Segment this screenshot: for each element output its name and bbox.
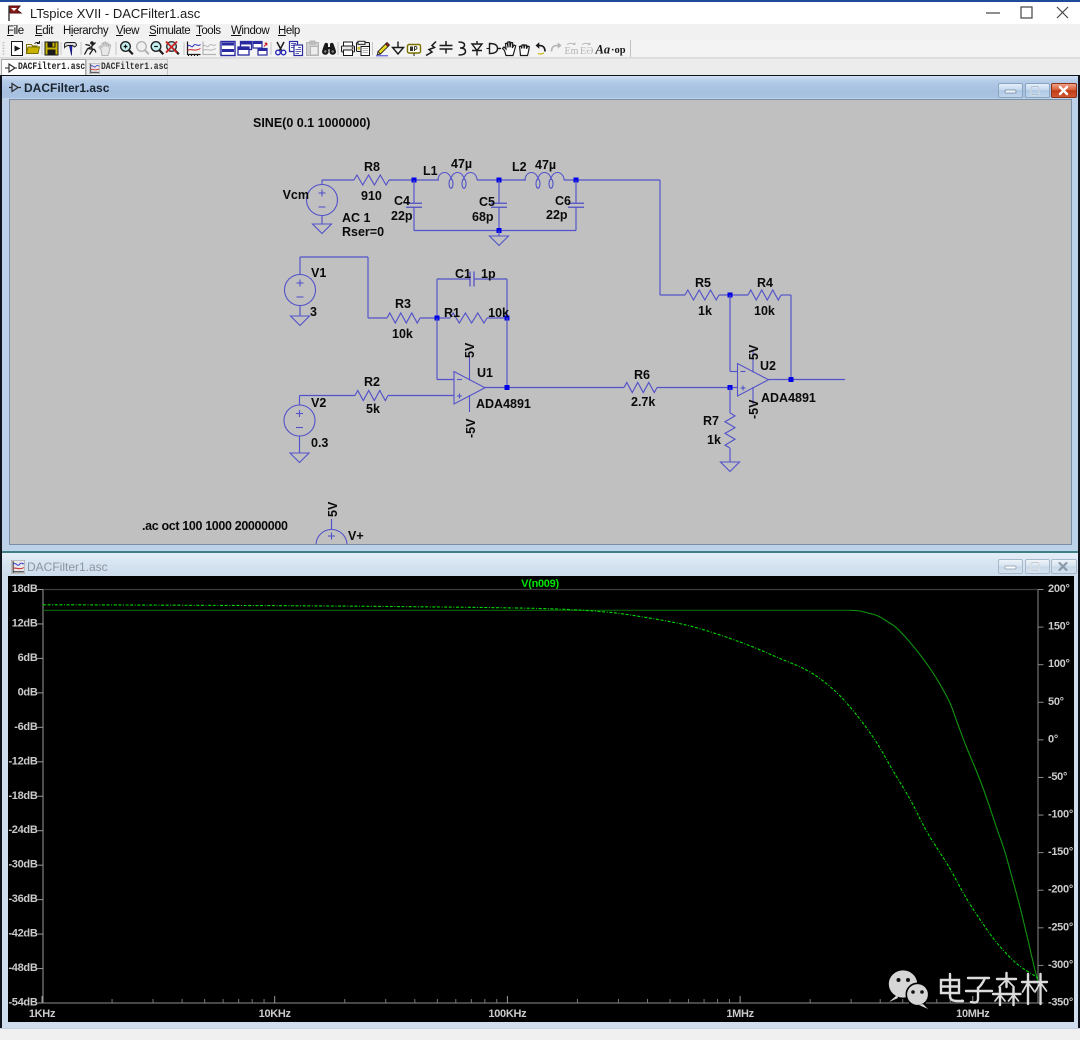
svg-text:0dB: 0dB [18,686,38,698]
svg-text:Vcm: Vcm [283,188,309,202]
svg-text:-100°: -100° [1048,809,1073,821]
svg-text:Rser=0: Rser=0 [342,225,384,239]
svg-text:18dB: 18dB [12,583,38,595]
svg-text:0°: 0° [1048,733,1058,745]
svg-text:SINE(0 0.1 1000000): SINE(0 0.1 1000000) [253,116,370,130]
svg-text:C4: C4 [394,194,410,208]
svg-text:100°: 100° [1048,658,1070,670]
svg-text:-250°: -250° [1048,921,1073,933]
svg-text:2.7k: 2.7k [631,395,655,409]
svg-text:-5V: -5V [747,399,761,419]
svg-text:R1: R1 [444,306,460,320]
svg-text:47µ: 47µ [535,158,556,172]
svg-text:V1: V1 [311,266,326,280]
svg-text:-350°: -350° [1048,997,1073,1009]
svg-text:-18dB: -18dB [8,790,37,802]
svg-text:-5V: -5V [464,418,478,438]
svg-text:47µ: 47µ [451,157,472,171]
svg-text:150°: 150° [1048,621,1070,633]
svg-text:-48dB: -48dB [8,962,37,974]
svg-text:R6: R6 [634,368,650,382]
svg-text:100KHz: 100KHz [488,1008,527,1020]
svg-text:50°: 50° [1048,696,1064,708]
svg-text:R4: R4 [757,276,773,290]
svg-text:5V: 5V [326,501,340,517]
svg-text:U2: U2 [760,359,776,373]
svg-text:C1: C1 [455,267,471,281]
svg-text:EƏ: EƏ [580,46,593,57]
svg-text:C6: C6 [555,194,571,208]
svg-text:ADA4891: ADA4891 [761,391,816,405]
svg-text:R5: R5 [695,276,711,290]
svg-text:R2: R2 [364,375,380,389]
svg-text:-6dB: -6dB [14,721,38,733]
svg-text:ADA4891: ADA4891 [476,397,531,411]
svg-text:6dB: 6dB [18,652,38,664]
svg-text:22p: 22p [546,208,568,222]
svg-text:Em: Em [565,46,579,57]
svg-text:Aa: Aa [595,43,611,57]
svg-text:1k: 1k [698,304,712,318]
svg-text:-300°: -300° [1048,959,1073,971]
svg-text:-54dB: -54dB [8,997,37,1009]
svg-text:10KHz: 10KHz [259,1008,292,1020]
svg-text:12dB: 12dB [12,617,38,629]
svg-text:22p: 22p [391,209,413,223]
svg-text:10MHz: 10MHz [956,1008,990,1020]
svg-text:1p: 1p [481,267,496,281]
svg-text:L1: L1 [423,164,438,178]
svg-text:200°: 200° [1048,583,1070,595]
svg-text:V+: V+ [348,529,364,543]
svg-text:0.3: 0.3 [311,436,328,450]
svg-text:910: 910 [361,189,382,203]
svg-text:1k: 1k [707,433,721,447]
svg-text:-50°: -50° [1048,771,1067,783]
svg-text:10k: 10k [488,306,509,320]
svg-text:C5: C5 [479,195,495,209]
svg-text:1KHz: 1KHz [29,1008,56,1020]
svg-text:-24dB: -24dB [8,824,37,836]
svg-text:-30dB: -30dB [8,859,37,871]
svg-text:-200°: -200° [1048,884,1073,896]
svg-text:V2: V2 [311,396,326,410]
svg-text:5V: 5V [747,344,761,360]
svg-text:.ac oct 100 1000 20000000: .ac oct 100 1000 20000000 [142,519,288,533]
svg-text:L2: L2 [512,160,527,174]
svg-text:·op: ·op [611,45,626,56]
svg-text:R3: R3 [395,297,411,311]
svg-text:R8: R8 [364,160,380,174]
svg-text:-36dB: -36dB [8,893,37,905]
svg-text:1MHz: 1MHz [726,1008,754,1020]
svg-text:-42dB: -42dB [8,928,37,940]
svg-text:10k: 10k [392,327,413,341]
svg-text:10k: 10k [754,304,775,318]
svg-text:5V: 5V [463,342,477,358]
svg-text:AC 1: AC 1 [342,211,371,225]
svg-text:-12dB: -12dB [8,755,37,767]
svg-text:-150°: -150° [1048,846,1073,858]
svg-text:V(n009): V(n009) [521,578,559,590]
svg-text:R7: R7 [703,414,719,428]
svg-text:3: 3 [310,305,317,319]
svg-text:5k: 5k [366,402,380,416]
svg-text:U1: U1 [477,366,493,380]
svg-text:68p: 68p [472,210,494,224]
